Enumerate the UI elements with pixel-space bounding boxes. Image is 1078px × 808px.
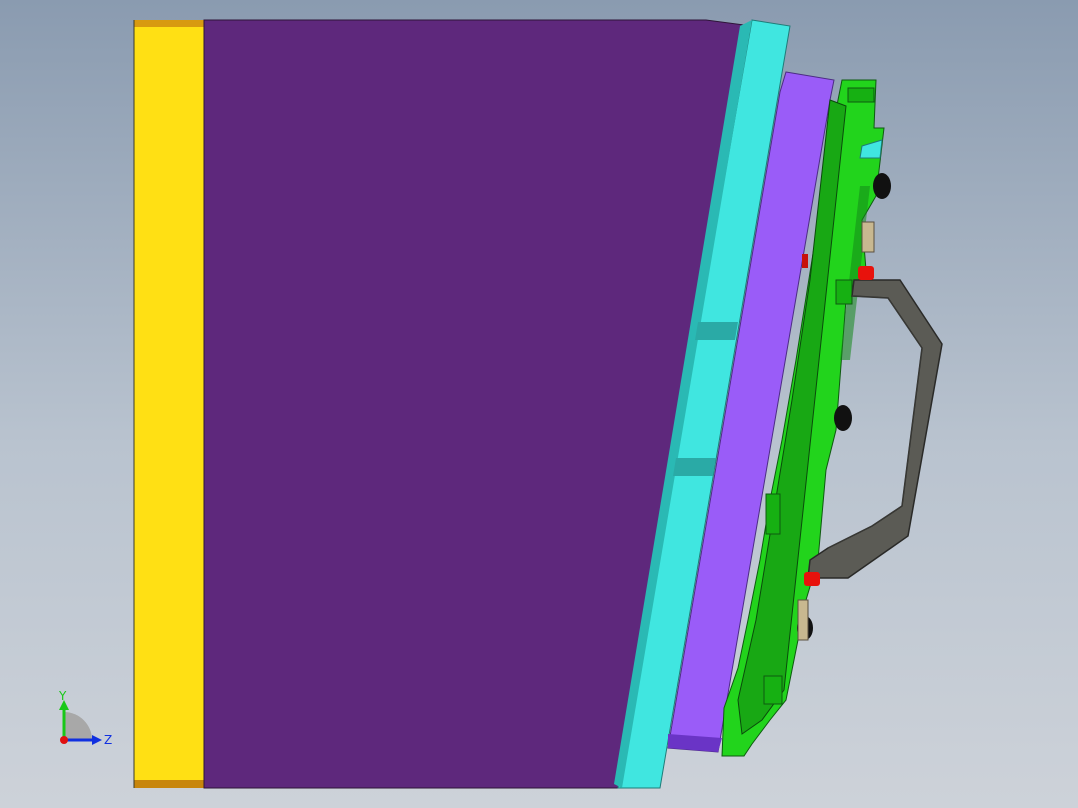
base-plate-bottom-edge [134,780,204,788]
cyan-plate-notch-2 [673,458,716,476]
tan-clamp-1 [861,221,875,253]
black-knob-1[interactable] [873,173,891,199]
z-axis-label: Z [104,733,112,747]
origin-dot [60,736,68,744]
y-axis-label: Y [58,689,67,703]
green-bracket-mid [835,279,853,305]
red-pin-2[interactable] [804,572,820,586]
3d-viewport[interactable]: Y Z [0,0,1078,808]
triad-quadrant [64,712,92,740]
cyan-plate-notch-1 [695,322,738,340]
base-plate[interactable] [134,20,204,788]
green-bracket-low [765,493,781,535]
tan-clamp-2 [797,599,809,641]
model-view[interactable] [0,0,1078,808]
base-plate-top-edge [134,20,204,27]
z-axis-arrow [92,735,102,745]
red-pin-1[interactable] [858,266,874,280]
black-knob-2[interactable] [834,405,852,431]
red-pin-3[interactable] [802,254,808,268]
axis-triad: Y Z [58,689,112,747]
green-bracket-top [847,87,875,103]
green-bracket-bottom [763,675,783,705]
